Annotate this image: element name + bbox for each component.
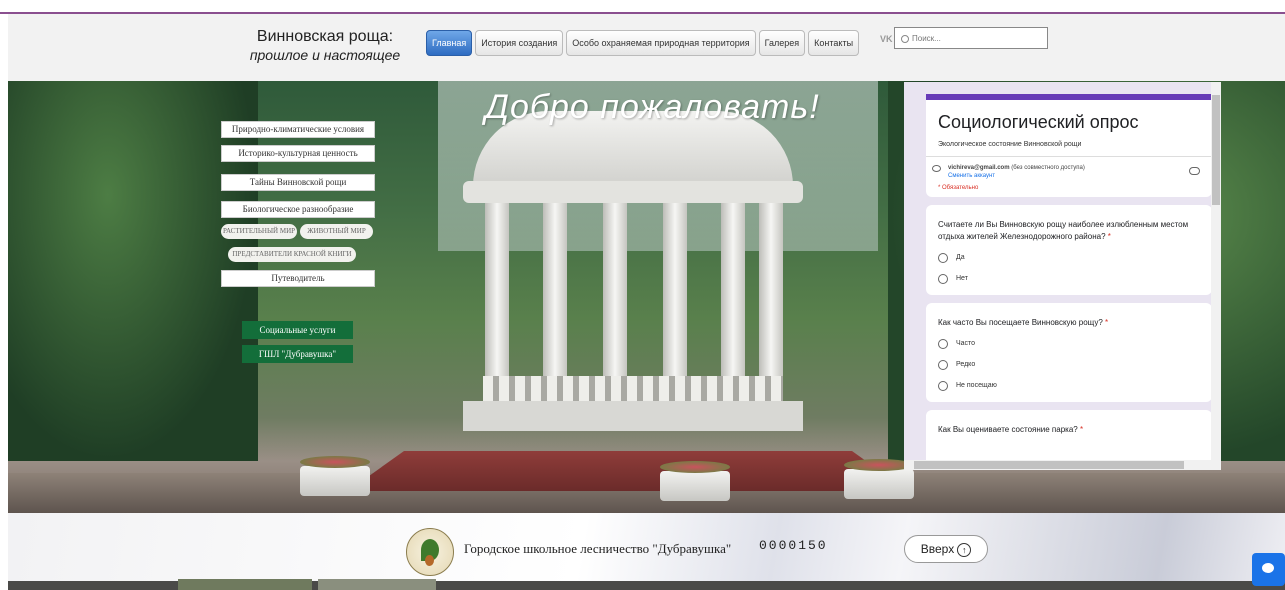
pavilion-balustrade [483,376,783,404]
question-card: Считаете ли Вы Винновскую рощу наиболее … [926,205,1212,295]
radio-option[interactable]: Да [938,252,1200,264]
nav-history[interactable]: История создания [475,30,564,56]
pavilion-column [721,203,745,403]
radio-button[interactable] [938,381,948,391]
survey-scroll-thumb[interactable] [1212,95,1220,205]
pavilion-column [663,203,687,403]
forestry-logo [406,528,454,576]
option-label: Не посещаю [956,382,997,389]
account-email: vichireva@gmail.com [948,165,1010,171]
pavilion-entablature [463,181,803,203]
nav-protected-area[interactable]: Особо охраняемая природная территория [566,30,756,56]
submenu-red-book[interactable]: ПРЕДСТАВИТЕЛИ КРАСНОЙ КНИГИ [228,247,356,262]
account-note: (без совместного доступа) [1011,165,1085,171]
account-row: vichireva@gmail.com (без совместного дос… [926,156,1212,197]
search-input[interactable]: Поиск... [894,27,1048,49]
site-title-line1: Винновская роща: [256,28,394,45]
question-text: Как часто Вы посещаете Винновскую рощу? [938,318,1103,327]
switch-account-link[interactable]: Сменить аккаунт [948,173,1200,179]
required-star: * [1105,318,1109,327]
menu-guide[interactable]: Путеводитель [221,270,375,287]
chat-icon [1262,563,1274,573]
visit-counter: 0000150 [759,538,828,553]
radio-option[interactable]: Не посещаю [938,380,1200,392]
question-text: Как Вы оцениваете состояние парка? [938,425,1078,434]
gallery-thumbnail[interactable] [178,579,312,590]
required-note: * Обязательно [938,185,979,191]
scroll-up-button[interactable]: Вверх ↑ [904,535,988,563]
menu-climate[interactable]: Природно-климатические условия [221,121,375,138]
flower-pot [844,459,914,499]
site-title-line2: прошлое и настоящее [249,47,401,63]
eye-off-icon [932,165,941,172]
main-nav: Главная История создания Особо охраняема… [426,30,860,56]
nav-gallery[interactable]: Галерея [758,30,806,56]
pavilion-base [463,401,803,431]
pavilion-column [603,203,627,403]
welcome-heading: Добро пожаловать! [485,88,820,126]
survey-hscroll-thumb[interactable] [914,461,1184,469]
submenu-fauna[interactable]: ЖИВОТНЫЙ МИР [300,224,373,239]
radio-button[interactable] [938,253,948,263]
stairs [348,451,908,491]
option-label: Редко [956,361,976,368]
nav-contacts[interactable]: Контакты [808,30,860,56]
survey-title: Социологический опрос [938,112,1139,132]
acorn-icon [425,555,434,566]
rotunda-pavilion [463,111,803,431]
radio-button[interactable] [938,274,948,284]
survey-subtitle: Экологическое состояние Винновской рощи [938,141,1082,148]
menu-biodiversity[interactable]: Биологическое разнообразие [221,201,375,218]
menu-secrets[interactable]: Тайны Винновской рощи [221,174,375,191]
search-icon [901,34,909,43]
radio-button[interactable] [938,360,948,370]
pavilion-column [485,203,509,403]
cloud-icon [1189,167,1200,175]
site-title[interactable]: Винновская роща: прошлое и настоящее [240,28,410,64]
nav-home[interactable]: Главная [426,30,473,56]
required-star: * [1079,425,1084,434]
flower-pot [660,461,730,501]
question-card: Как часто Вы посещаете Винновскую рощу? … [926,303,1212,402]
pavilion-column [543,203,567,403]
survey-form: Социологический опрос Экологическое сост… [926,94,1212,470]
flower-pot [300,456,370,496]
vk-icon[interactable]: VK [880,34,893,44]
radio-button[interactable] [938,339,948,349]
required-star: * [1107,232,1111,241]
submenu-flora[interactable]: РАСТИТЕЛЬНЫЙ МИР [221,224,297,239]
question-text: Считаете ли Вы Винновскую рощу наиболее … [938,220,1189,241]
radio-option[interactable]: Редко [938,359,1200,371]
radio-option[interactable]: Часто [938,338,1200,350]
option-label: Да [956,254,965,261]
menu-cultural-value[interactable]: Историко-культурная ценность [221,145,375,162]
social-services-button[interactable]: Социальные услуги [242,321,353,339]
radio-option[interactable]: Нет [938,273,1200,285]
survey-embed[interactable]: Социологический опрос Экологическое сост… [904,82,1221,470]
gallery-thumbnail[interactable] [318,579,436,590]
search-placeholder: Поиск... [912,34,941,43]
option-label: Часто [956,340,976,347]
survey-header-card: Социологический опрос Экологическое сост… [926,94,1212,197]
organization-name: Городское школьное лесничество "Дубравуш… [464,541,732,556]
pavilion-column [759,203,783,403]
forestry-button[interactable]: ГШЛ "Дубравушка" [242,345,353,363]
option-label: Нет [956,275,968,282]
arrow-up-icon: ↑ [957,542,972,557]
scroll-up-label: Вверх [920,542,955,556]
